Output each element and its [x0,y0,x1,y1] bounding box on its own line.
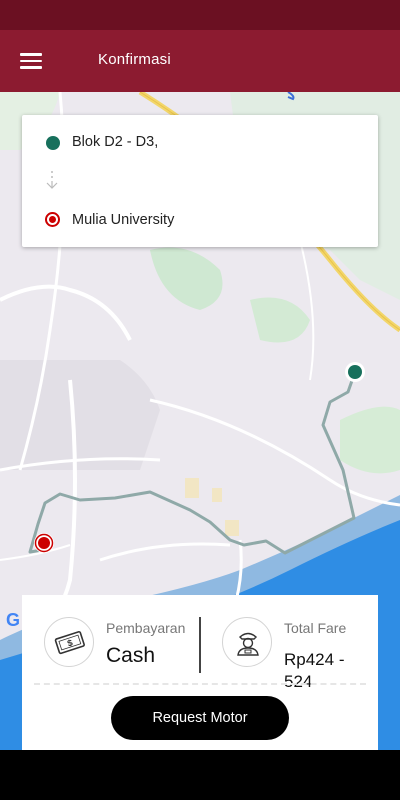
divider [199,617,201,673]
status-bar [0,0,400,30]
page-title: Konfirmasi [98,51,171,68]
driver-icon [222,617,272,667]
destination-marker-icon [45,212,60,227]
origin-marker-icon [46,136,60,150]
arrow-down-icon [46,171,58,189]
fare-value: Rp424 - 524 [284,650,345,691]
hamburger-menu-icon[interactable] [12,42,50,80]
google-logo: G [6,610,21,630]
payment-method[interactable]: Cash [106,644,155,668]
system-nav-bar [0,750,400,800]
booking-panel: $ Pembayaran Cash Total Fare Rp424 - 524… [22,595,378,750]
route-card: Blok D2 - D3, Mulia University [22,115,378,247]
destination-address[interactable]: Mulia University [72,212,174,228]
origin-address[interactable]: Blok D2 - D3, [72,134,158,150]
fare-label: Total Fare [284,620,347,636]
app-bar: Konfirmasi [0,30,400,92]
svg-text:$: $ [66,637,74,648]
cash-icon: $ [44,617,94,667]
request-motor-button[interactable]: Request Motor [111,696,289,740]
dashed-divider [34,683,366,685]
payment-label: Pembayaran [106,620,186,636]
